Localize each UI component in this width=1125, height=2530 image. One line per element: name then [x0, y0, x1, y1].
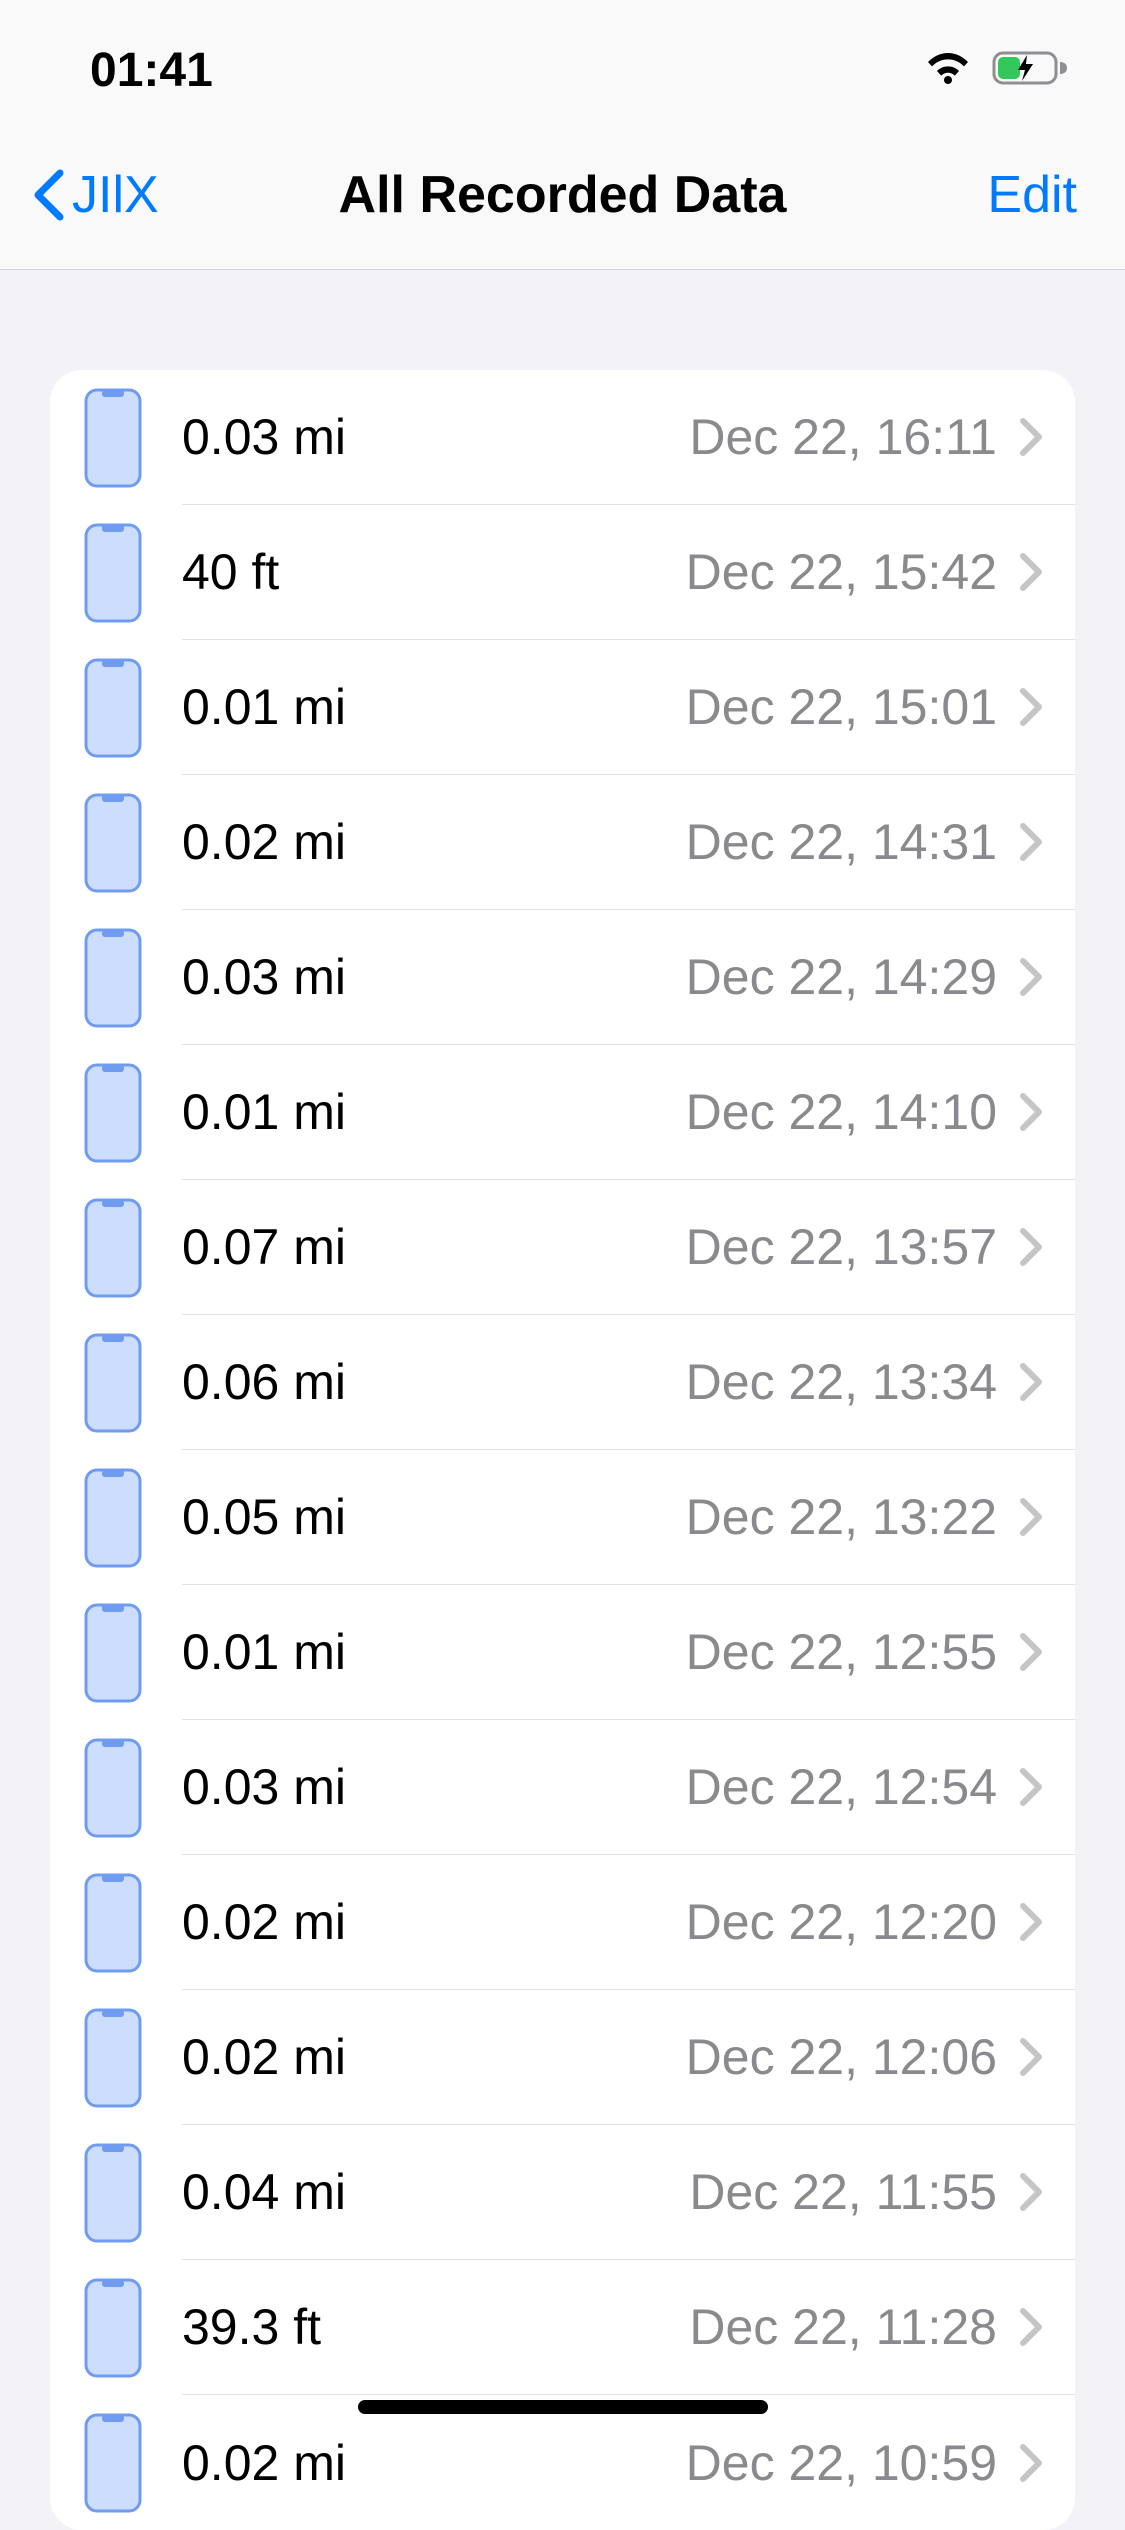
record-time: Dec 22, 14:10 [686, 1083, 997, 1141]
record-time: Dec 22, 13:22 [686, 1488, 997, 1546]
record-value: 0.04 mi [182, 2163, 346, 2221]
list-item[interactable]: 0.03 mi Dec 22, 12:54 [50, 1720, 1075, 1855]
device-phone-icon [84, 523, 142, 623]
record-value: 0.01 mi [182, 1083, 346, 1141]
data-list: 0.03 mi Dec 22, 16:11 40 ft Dec 22, 15:4… [50, 370, 1075, 2530]
nav-bar: JIlX All Recorded Data Edit [0, 140, 1125, 270]
record-value: 0.01 mi [182, 678, 346, 736]
device-phone-icon [84, 928, 142, 1028]
list-item[interactable]: 0.05 mi Dec 22, 13:22 [50, 1450, 1075, 1585]
device-phone-icon [84, 388, 142, 488]
record-value: 0.03 mi [182, 1758, 346, 1816]
list-item[interactable]: 0.01 mi Dec 22, 12:55 [50, 1585, 1075, 1720]
record-value: 0.02 mi [182, 2028, 346, 2086]
record-time: Dec 22, 11:55 [689, 2163, 997, 2221]
chevron-right-icon [1019, 2307, 1045, 2347]
chevron-left-icon [30, 169, 68, 221]
record-time: Dec 22, 15:42 [686, 543, 997, 601]
chevron-right-icon [1019, 1632, 1045, 1672]
wifi-icon [922, 48, 974, 93]
back-button[interactable]: JIlX [30, 165, 159, 225]
record-value: 40 ft [182, 543, 279, 601]
record-value: 0.01 mi [182, 1623, 346, 1681]
device-phone-icon [84, 2008, 142, 2108]
back-label: JIlX [72, 165, 159, 225]
chevron-right-icon [1019, 1362, 1045, 1402]
record-time: Dec 22, 12:06 [686, 2028, 997, 2086]
device-phone-icon [84, 793, 142, 893]
list-item[interactable]: 0.03 mi Dec 22, 14:29 [50, 910, 1075, 1045]
chevron-right-icon [1019, 687, 1045, 727]
list-item[interactable]: 40 ft Dec 22, 15:42 [50, 505, 1075, 640]
record-time: Dec 22, 13:57 [686, 1218, 997, 1276]
list-item[interactable]: 0.07 mi Dec 22, 13:57 [50, 1180, 1075, 1315]
chevron-right-icon [1019, 2172, 1045, 2212]
edit-button[interactable]: Edit [987, 165, 1095, 225]
chevron-right-icon [1019, 2037, 1045, 2077]
status-time: 01:41 [90, 43, 213, 98]
list-item[interactable]: 0.04 mi Dec 22, 11:55 [50, 2125, 1075, 2260]
list-item[interactable]: 0.01 mi Dec 22, 15:01 [50, 640, 1075, 775]
record-value: 0.05 mi [182, 1488, 346, 1546]
device-phone-icon [84, 1063, 142, 1163]
chevron-right-icon [1019, 822, 1045, 862]
record-time: Dec 22, 14:29 [686, 948, 997, 1006]
list-item[interactable]: 0.01 mi Dec 22, 14:10 [50, 1045, 1075, 1180]
chevron-right-icon [1019, 957, 1045, 997]
device-phone-icon [84, 2413, 142, 2513]
chevron-right-icon [1019, 1902, 1045, 1942]
chevron-right-icon [1019, 1227, 1045, 1267]
chevron-right-icon [1019, 417, 1045, 457]
record-value: 39.3 ft [182, 2298, 321, 2356]
record-value: 0.03 mi [182, 948, 346, 1006]
record-time: Dec 22, 10:59 [686, 2434, 997, 2492]
record-value: 0.03 mi [182, 408, 346, 466]
record-time: Dec 22, 12:20 [686, 1893, 997, 1951]
status-right [922, 48, 1070, 93]
chevron-right-icon [1019, 1092, 1045, 1132]
list-item[interactable]: 0.03 mi Dec 22, 16:11 [50, 370, 1075, 505]
list-item[interactable]: 0.06 mi Dec 22, 13:34 [50, 1315, 1075, 1450]
list-item[interactable]: 0.02 mi Dec 22, 10:59 [50, 2395, 1075, 2530]
device-phone-icon [84, 1198, 142, 1298]
list-item[interactable]: 0.02 mi Dec 22, 12:20 [50, 1855, 1075, 1990]
record-time: Dec 22, 14:31 [686, 813, 997, 871]
chevron-right-icon [1019, 1497, 1045, 1537]
record-time: Dec 22, 12:55 [686, 1623, 997, 1681]
device-phone-icon [84, 2278, 142, 2378]
chevron-right-icon [1019, 1767, 1045, 1807]
chevron-right-icon [1019, 552, 1045, 592]
record-time: Dec 22, 11:28 [689, 2298, 997, 2356]
record-time: Dec 22, 12:54 [686, 1758, 997, 1816]
device-phone-icon [84, 1333, 142, 1433]
battery-charging-icon [992, 49, 1070, 92]
content: 0.03 mi Dec 22, 16:11 40 ft Dec 22, 15:4… [0, 270, 1125, 2530]
record-value: 0.06 mi [182, 1353, 346, 1411]
page-title: All Recorded Data [0, 165, 1125, 225]
device-phone-icon [84, 2143, 142, 2243]
record-time: Dec 22, 16:11 [689, 408, 997, 466]
device-phone-icon [84, 1468, 142, 1568]
chevron-right-icon [1019, 2443, 1045, 2483]
record-value: 0.02 mi [182, 2434, 346, 2492]
record-value: 0.02 mi [182, 1893, 346, 1951]
device-phone-icon [84, 1603, 142, 1703]
device-phone-icon [84, 1873, 142, 1973]
device-phone-icon [84, 1738, 142, 1838]
list-item[interactable]: 0.02 mi Dec 22, 14:31 [50, 775, 1075, 910]
list-item[interactable]: 0.02 mi Dec 22, 12:06 [50, 1990, 1075, 2125]
record-value: 0.07 mi [182, 1218, 346, 1276]
status-bar: 01:41 [0, 0, 1125, 140]
record-time: Dec 22, 13:34 [686, 1353, 997, 1411]
home-indicator[interactable] [358, 2400, 768, 2414]
record-value: 0.02 mi [182, 813, 346, 871]
device-phone-icon [84, 658, 142, 758]
record-time: Dec 22, 15:01 [686, 678, 997, 736]
list-item[interactable]: 39.3 ft Dec 22, 11:28 [50, 2260, 1075, 2395]
